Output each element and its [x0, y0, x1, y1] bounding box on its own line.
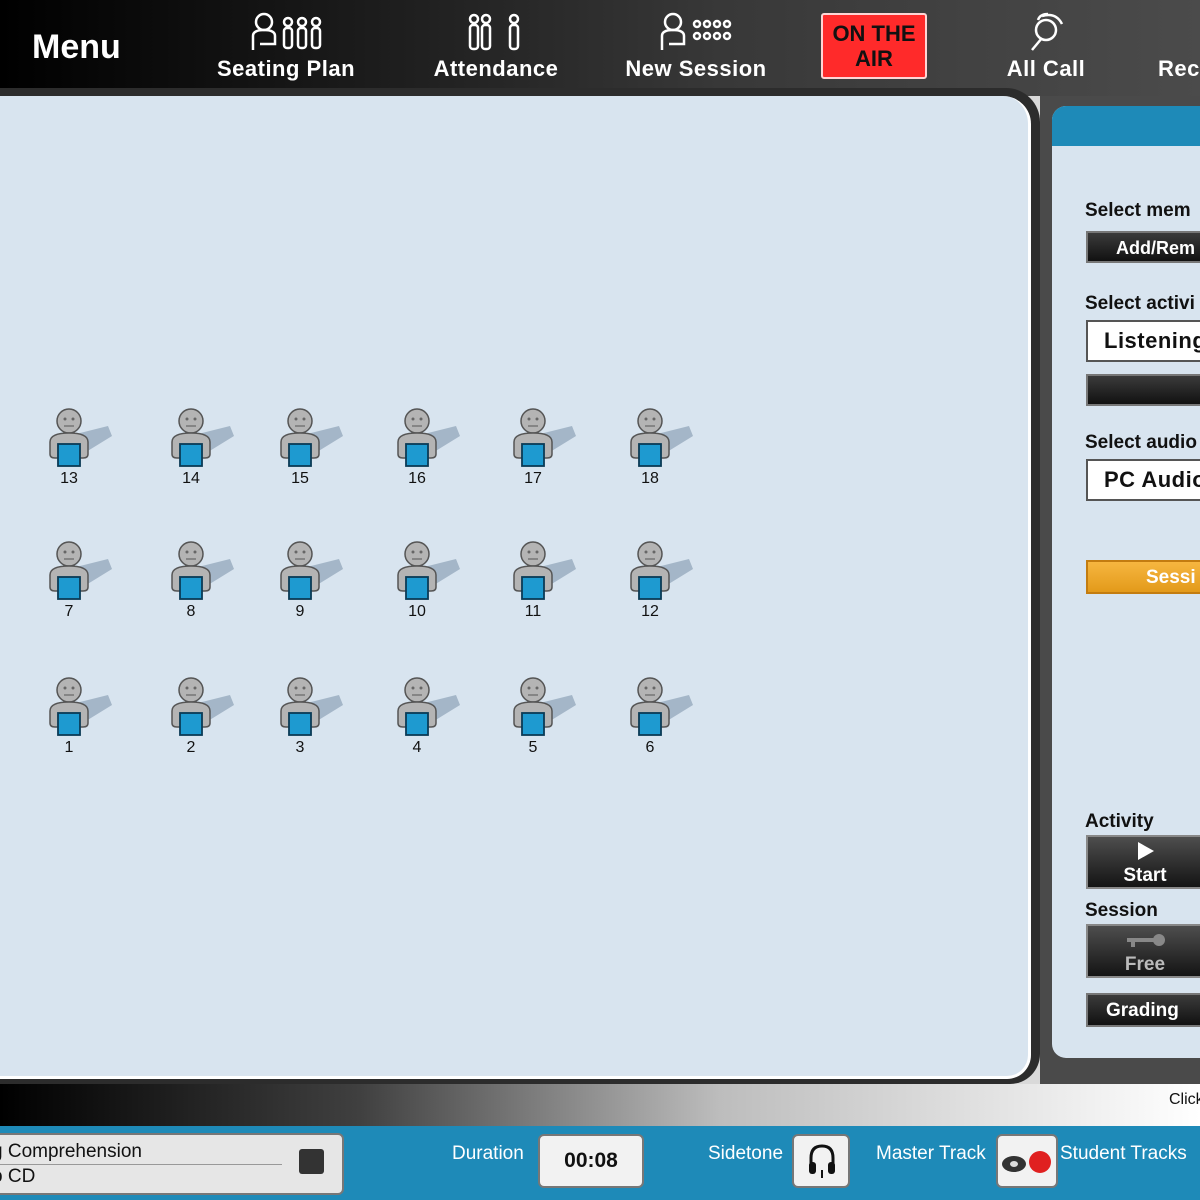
student-seat[interactable]: 11: [510, 539, 582, 623]
record-icon: [1158, 8, 1200, 56]
activity-heading: Activity: [1085, 811, 1154, 832]
seat-number: 18: [641, 470, 659, 487]
student-seat[interactable]: 17: [510, 406, 582, 490]
student-seat[interactable]: 10: [394, 539, 466, 623]
seat-number: 15: [291, 470, 309, 487]
sidetone-label: Sidetone: [708, 1143, 784, 1164]
activity-options-button[interactable]: [1086, 374, 1200, 406]
grading-button[interactable]: Grading: [1086, 993, 1200, 1027]
on-the-air-button[interactable]: ON THE AIR: [821, 13, 927, 79]
student-seat[interactable]: 14: [168, 406, 240, 490]
duration-display: 00:08: [538, 1134, 644, 1188]
key-icon: [1088, 926, 1200, 954]
seat-number: 2: [186, 739, 196, 756]
new-session-icon: [618, 8, 774, 56]
student-seat[interactable]: 7: [46, 539, 118, 623]
student-seat[interactable]: 1: [46, 675, 118, 759]
seat-number: 8: [186, 603, 196, 620]
free-button[interactable]: Free: [1086, 924, 1200, 978]
on-the-air-line1: ON THE: [832, 21, 916, 46]
click-hint-text: Click: [1169, 1091, 1200, 1108]
start-button[interactable]: Start: [1086, 835, 1200, 889]
record-label: Rec: [1158, 56, 1200, 81]
seating-plan-button[interactable]: Seating Plan: [206, 8, 366, 90]
duration-label: Duration: [452, 1143, 524, 1164]
student-seat[interactable]: 2: [168, 675, 240, 759]
attendance-icon: [426, 8, 566, 56]
seat-number: 9: [295, 603, 305, 620]
start-label: Start: [1123, 865, 1167, 886]
seating-plan-label: Seating Plan: [216, 56, 356, 81]
seat-number: 3: [295, 739, 305, 756]
select-members-label: Select mem: [1085, 200, 1191, 221]
seat-number: 6: [645, 739, 655, 756]
seat-number: 17: [524, 470, 542, 487]
stop-button[interactable]: [299, 1149, 324, 1174]
seat-number: 14: [182, 470, 200, 487]
seat-number: 7: [64, 603, 74, 620]
seat-number: 10: [408, 603, 426, 620]
audio-source-select[interactable]: PC Audio: [1086, 459, 1200, 501]
headphones-icon: [806, 1142, 838, 1187]
seating-plan-icon: [206, 8, 366, 56]
add-remove-button[interactable]: Add/Rem: [1086, 231, 1200, 263]
new-session-button[interactable]: New Session: [618, 8, 774, 90]
activity-select[interactable]: Listening: [1086, 320, 1200, 362]
status-strip: [0, 1084, 1200, 1126]
tape-record-icon: [1000, 1148, 1056, 1181]
student-seat[interactable]: 3: [277, 675, 349, 759]
on-the-air-line2: AIR: [855, 46, 893, 71]
record-button[interactable]: Rec: [1158, 8, 1200, 90]
track-source: o CD: [0, 1166, 36, 1187]
student-seat[interactable]: 12: [627, 539, 699, 623]
session-heading: Session: [1085, 900, 1158, 921]
attendance-label: Attendance: [433, 56, 559, 81]
student-seat[interactable]: 16: [394, 406, 466, 490]
master-track-button[interactable]: [996, 1134, 1058, 1188]
select-audio-label: Select audio: [1085, 432, 1197, 453]
seat-number: 1: [64, 739, 74, 756]
seat-number: 11: [524, 603, 542, 620]
seat-number: 5: [528, 739, 538, 756]
student-tracks-label: Student Tracks: [1060, 1143, 1187, 1164]
student-seat[interactable]: 9: [277, 539, 349, 623]
attendance-button[interactable]: Attendance: [426, 8, 566, 90]
seat-number: 4: [412, 739, 422, 756]
seat-number: 13: [60, 470, 78, 487]
student-seat[interactable]: 8: [168, 539, 240, 623]
track-info-box: g Comprehension o CD: [0, 1133, 344, 1195]
session-button[interactable]: Sessi: [1086, 560, 1200, 594]
seat-number: 16: [408, 470, 426, 487]
track-title: g Comprehension: [0, 1141, 142, 1162]
all-call-label: All Call: [1006, 56, 1086, 81]
new-session-label: New Session: [625, 56, 767, 81]
master-track-label: Master Track: [876, 1143, 986, 1164]
all-call-icon: [1000, 8, 1092, 56]
student-seat[interactable]: 6: [627, 675, 699, 759]
free-label: Free: [1124, 954, 1166, 975]
student-seat[interactable]: 4: [394, 675, 466, 759]
menu-button[interactable]: Menu: [32, 28, 121, 67]
track-divider: [0, 1164, 282, 1165]
control-panel-header: [1052, 106, 1200, 146]
student-seat[interactable]: 5: [510, 675, 582, 759]
play-icon: [1088, 837, 1200, 865]
all-call-button[interactable]: All Call: [1000, 8, 1092, 90]
seat-number: 12: [641, 603, 659, 620]
select-activity-label: Select activi: [1085, 293, 1195, 314]
student-seat[interactable]: 13: [46, 406, 118, 490]
sidetone-button[interactable]: [792, 1134, 850, 1188]
student-seat[interactable]: 15: [277, 406, 349, 490]
student-seat[interactable]: 18: [627, 406, 699, 490]
